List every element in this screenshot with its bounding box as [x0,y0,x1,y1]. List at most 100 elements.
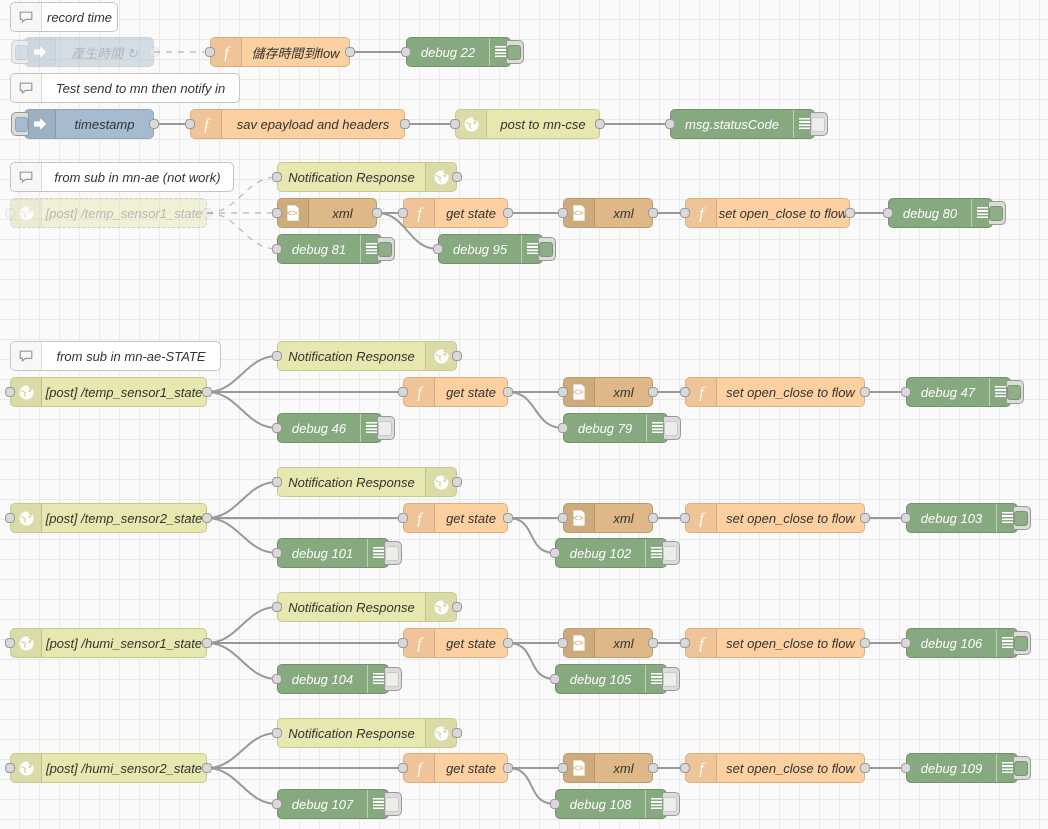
wire-g4-to-d105[interactable] [507,642,556,680]
flow-canvas[interactable]: record time 產生時間 ↻ f 儲存時間到flow debug 22 Test … [0,0,1048,829]
node-http-p3[interactable]: [post] /temp_sensor2_state [5,503,212,533]
input-port[interactable] [205,47,215,57]
input-port[interactable] [680,513,690,523]
debug-output-toggle[interactable] [1013,506,1031,530]
debug-output-toggle[interactable] [810,112,828,136]
debug-output-toggle[interactable] [1013,631,1031,655]
node-http-nr4[interactable]: Notification Response [272,592,462,622]
input-port[interactable] [680,208,690,218]
inject-trigger-button[interactable] [11,112,29,136]
output-port[interactable] [503,763,513,773]
node-function-g2[interactable]: f get state [398,377,513,407]
input-port[interactable] [680,638,690,648]
node-debug-d0[interactable]: msg.statusCode [665,109,828,139]
output-port[interactable] [452,351,462,361]
node-debug-d102[interactable]: debug 102 [550,538,680,568]
debug-output-toggle[interactable] [506,40,524,64]
wire-p5-to-nr5[interactable] [206,732,278,769]
wire-g5-to-d108[interactable] [507,767,556,805]
output-port[interactable] [860,513,870,523]
output-port[interactable] [400,119,410,129]
output-port[interactable] [149,47,159,57]
input-port[interactable] [680,763,690,773]
output-port[interactable] [452,602,462,612]
node-function-g3[interactable]: f get state [398,503,513,533]
node-inject-i2[interactable]: timestamp [11,109,159,139]
input-port[interactable] [272,799,282,809]
node-function-s3[interactable]: f set open_close to flow [680,503,870,533]
node-function-g4[interactable]: f get state [398,628,513,658]
node-http-nr1[interactable]: Notification Response [272,162,462,192]
node-function-s1[interactable]: f set open_close to flow [680,198,855,228]
output-port[interactable] [202,387,212,397]
debug-output-toggle[interactable] [1006,380,1024,404]
output-port[interactable] [452,477,462,487]
output-port[interactable] [202,513,212,523]
input-port[interactable] [550,674,560,684]
node-debug-d109[interactable]: debug 109 [901,753,1031,783]
wire-p5-to-d107[interactable] [206,767,278,805]
input-port[interactable] [558,208,568,218]
input-port[interactable] [5,513,15,523]
wire-p1-to-d81[interactable] [206,212,278,250]
output-port[interactable] [648,638,658,648]
node-comment-c2[interactable]: Test send to mn then notify in [10,73,240,103]
wire-g3-to-d102[interactable] [507,517,556,554]
output-port[interactable] [648,763,658,773]
node-debug-d46[interactable]: debug 46 [272,413,395,443]
input-port[interactable] [5,763,15,773]
node-debug-d80[interactable]: debug 80 [883,198,1006,228]
node-function-g1[interactable]: f get state [398,198,513,228]
input-port[interactable] [550,548,560,558]
node-debug-d108[interactable]: debug 108 [550,789,680,819]
wire-g2-to-d79[interactable] [507,391,564,429]
input-port[interactable] [665,119,675,129]
node-comment-c4[interactable]: from sub in mn-ae-STATE [10,341,221,371]
node-comment-c3[interactable]: from sub in mn-ae (not work) [10,162,234,192]
output-port[interactable] [503,513,513,523]
output-port[interactable] [452,172,462,182]
node-function-s4[interactable]: f set open_close to flow [680,628,870,658]
output-port[interactable] [595,119,605,129]
input-port[interactable] [433,244,443,254]
node-http-p1[interactable]: [post] /temp_sensor1_state [5,198,212,228]
output-port[interactable] [845,208,855,218]
node-function-f1[interactable]: f 儲存時間到flow [205,37,355,67]
output-port[interactable] [149,119,159,129]
input-port[interactable] [272,423,282,433]
input-port[interactable] [558,513,568,523]
node-debug-d106[interactable]: debug 106 [901,628,1031,658]
node-http-p2[interactable]: [post] /temp_sensor1_state [5,377,212,407]
input-port[interactable] [5,638,15,648]
input-port[interactable] [272,244,282,254]
wire-p4-to-d104[interactable] [206,642,278,680]
node-inject-i1[interactable]: 產生時間 ↻ [11,37,159,67]
output-port[interactable] [503,208,513,218]
wire-p4-to-nr4[interactable] [206,606,278,644]
output-port[interactable] [860,763,870,773]
input-port[interactable] [450,119,460,129]
debug-output-toggle[interactable] [662,541,680,565]
node-debug-d101[interactable]: debug 101 [272,538,402,568]
node-http-p4[interactable]: [post] /humi_sensor1_state [5,628,212,658]
node-xml-x4[interactable]: <> xml [558,628,658,658]
output-port[interactable] [860,638,870,648]
input-port[interactable] [272,674,282,684]
output-port[interactable] [372,208,382,218]
input-port[interactable] [398,208,408,218]
output-port[interactable] [648,387,658,397]
output-port[interactable] [202,208,212,218]
debug-output-toggle[interactable] [384,541,402,565]
debug-output-toggle[interactable] [662,667,680,691]
node-comment-c1[interactable]: record time [10,2,118,32]
output-port[interactable] [860,387,870,397]
input-port[interactable] [901,513,911,523]
input-port[interactable] [272,477,282,487]
node-function-s5[interactable]: f set open_close to flow [680,753,870,783]
node-debug-d104[interactable]: debug 104 [272,664,402,694]
node-xml-x5[interactable]: <> xml [558,753,658,783]
node-function-s2[interactable]: f set open_close to flow [680,377,870,407]
node-debug-d22[interactable]: debug 22 [401,37,524,67]
inject-trigger-button[interactable] [11,40,29,64]
debug-output-toggle[interactable] [377,237,395,261]
